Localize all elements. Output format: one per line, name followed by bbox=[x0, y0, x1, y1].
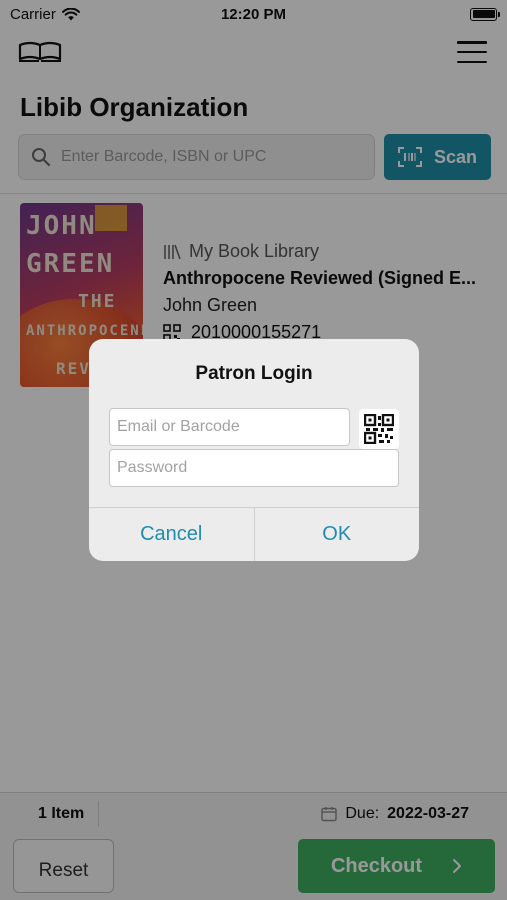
password-field[interactable]: Password bbox=[109, 449, 399, 487]
password-placeholder: Password bbox=[117, 459, 188, 476]
qr-scan-button[interactable] bbox=[359, 409, 399, 449]
ok-button[interactable]: OK bbox=[253, 508, 420, 561]
patron-login-dialog: Patron Login Email or Barcode Password C… bbox=[89, 339, 419, 561]
dialog-title: Patron Login bbox=[195, 363, 313, 384]
cancel-button[interactable]: Cancel bbox=[89, 508, 254, 561]
email-placeholder: Email or Barcode bbox=[117, 418, 240, 435]
qr-code-icon bbox=[364, 414, 394, 444]
dialog-actions: Cancel OK bbox=[89, 507, 419, 561]
email-field[interactable]: Email or Barcode bbox=[109, 408, 350, 446]
